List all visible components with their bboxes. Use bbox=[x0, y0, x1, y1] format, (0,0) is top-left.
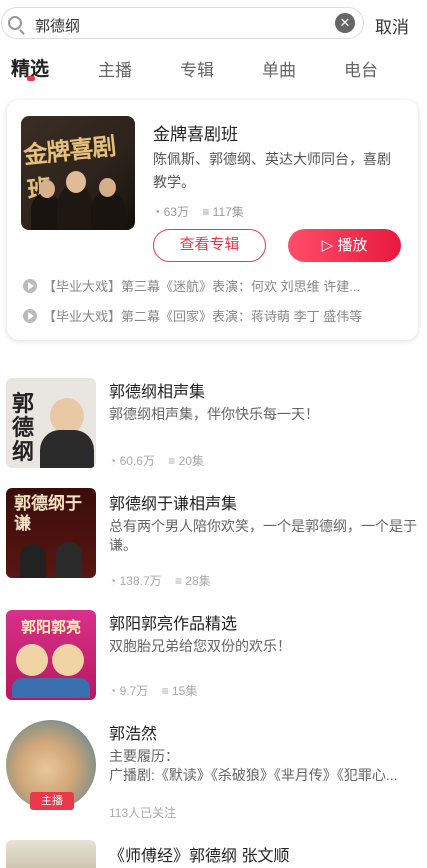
album-plays: 63万 bbox=[163, 205, 189, 219]
album-title[interactable]: 金牌喜剧班 bbox=[153, 120, 238, 145]
result-title: 郭德纲于谦相声集 bbox=[109, 496, 238, 513]
track-title: 【毕业大戏】第三幕《迷航》表演：何欢 刘思维 许建... bbox=[43, 279, 361, 294]
play-count-icon: ◔ bbox=[109, 454, 117, 468]
result-plays: 60.6万 bbox=[119, 454, 155, 468]
play-count-icon: ◔ bbox=[109, 684, 117, 698]
tab-anchors[interactable]: 主播 bbox=[98, 56, 132, 81]
result-description: 郭德纲相声集，伴你快乐每一天！ bbox=[109, 406, 319, 422]
episodes-icon: ≡ bbox=[174, 574, 182, 588]
play-count-icon: ◔ bbox=[153, 205, 161, 219]
result-title: 《师傅经》郭德纲 张文顺 bbox=[109, 848, 290, 865]
list-item[interactable]: 郭德纲于谦 郭德纲于谦相声集 总有两个男人陪你欢笑，一个是郭德纲，一个是于谦。 … bbox=[0, 488, 427, 588]
result-stats: ◔ 9.7万 ≡ 15集 bbox=[109, 682, 197, 699]
track-item[interactable]: 【毕业大戏】第三幕《迷航》表演：何欢 刘思维 许建... bbox=[23, 276, 403, 295]
list-item[interactable]: 《师傅经》郭德纲 张文顺 bbox=[0, 838, 427, 868]
play-circle-icon bbox=[23, 279, 37, 293]
play-circle-icon bbox=[23, 309, 37, 323]
result-title: 郭阳郭亮作品精选 bbox=[109, 616, 238, 633]
album-thumbnail bbox=[6, 840, 96, 868]
tab-albums[interactable]: 专辑 bbox=[180, 56, 214, 81]
clear-icon[interactable]: ✕ bbox=[335, 13, 355, 33]
result-plays: 9.7万 bbox=[119, 684, 149, 698]
result-description: 总有两个男人陪你欢笑，一个是郭德纲，一个是于谦。 bbox=[109, 518, 417, 553]
thumbnail-text: 郭阳郭亮 bbox=[20, 619, 81, 636]
follower-count: 113人已关注 bbox=[109, 806, 177, 820]
tab-radio[interactable]: 电台 bbox=[344, 56, 378, 81]
play-button[interactable]: ▷ 播放 bbox=[288, 229, 401, 262]
tab-indicator bbox=[27, 76, 35, 81]
search-icon bbox=[8, 16, 22, 30]
thumbnail-text: 郭德纲 bbox=[12, 391, 35, 465]
album-cover[interactable]: 金牌喜剧班 bbox=[21, 116, 135, 230]
result-episodes: 28集 bbox=[185, 574, 211, 588]
album-thumbnail: 郭德纲于谦 bbox=[6, 488, 96, 578]
result-description-line2: 广播剧:《默读》《杀破狼》《芈月传》《犯罪心... bbox=[109, 767, 398, 783]
anchor-badge: 主播 bbox=[30, 792, 74, 810]
result-tabs: 精选 主播 专辑 单曲 电台 bbox=[0, 52, 427, 88]
episodes-icon: ≡ bbox=[168, 454, 176, 468]
album-description: 陈佩斯、郭德纲、英达大师同台，喜剧教学。 bbox=[153, 151, 391, 190]
search-input[interactable]: 郭德纲 ✕ bbox=[1, 7, 364, 39]
album-thumbnail: 郭阳郭亮 bbox=[6, 610, 96, 700]
result-title: 郭德纲相声集 bbox=[109, 384, 206, 401]
result-plays: 138.7万 bbox=[119, 574, 162, 588]
cancel-button[interactable]: 取消 bbox=[375, 13, 409, 38]
album-episodes: 117集 bbox=[212, 205, 244, 219]
result-stats: ◔ 60.6万 ≡ 20集 bbox=[109, 452, 204, 469]
anchor-item[interactable]: 主播 郭浩然 主要履历： 广播剧:《默读》《杀破狼》《芈月传》《犯罪心... 1… bbox=[0, 718, 427, 820]
result-episodes: 15集 bbox=[171, 684, 198, 698]
view-album-button[interactable]: 查看专辑 bbox=[153, 229, 266, 262]
list-item[interactable]: 郭阳郭亮 郭阳郭亮作品精选 双胞胎兄弟给您双份的欢乐！ ◔ 9.7万 ≡ 15集 bbox=[0, 608, 427, 708]
search-query: 郭德纲 bbox=[35, 18, 81, 35]
track-item[interactable]: 【毕业大戏】第二幕《回家》表演：蒋诗萌 李丁 盛伟等 bbox=[23, 306, 403, 325]
result-episodes: 20集 bbox=[178, 454, 205, 468]
result-description: 主要履历： bbox=[109, 748, 179, 764]
tab-tracks[interactable]: 单曲 bbox=[262, 56, 296, 81]
episodes-icon: ≡ bbox=[202, 205, 210, 219]
result-description: 双胞胎兄弟给您双份的欢乐！ bbox=[109, 638, 291, 654]
play-icon: ▷ bbox=[321, 237, 334, 254]
album-thumbnail: 郭德纲 bbox=[6, 378, 96, 468]
result-stats: ◔ 138.7万 ≡ 28集 bbox=[109, 572, 211, 589]
play-button-label: 播放 bbox=[337, 237, 368, 254]
list-item[interactable]: 郭德纲 郭德纲相声集 郭德纲相声集，伴你快乐每一天！ ◔ 60.6万 ≡ 20集 bbox=[0, 376, 427, 476]
episodes-icon: ≡ bbox=[161, 684, 169, 698]
result-title: 郭浩然 bbox=[109, 726, 158, 743]
search-bar: 郭德纲 ✕ 取消 bbox=[0, 0, 427, 46]
album-card[interactable]: 金牌喜剧班 金牌喜剧班 陈佩斯、郭德纲、英达大师同台，喜剧教学。 ◔ 63万 ≡… bbox=[7, 100, 418, 340]
album-stats: ◔ 63万 ≡ 117集 bbox=[153, 203, 244, 220]
thumbnail-text: 郭德纲于谦 bbox=[14, 494, 82, 534]
play-count-icon: ◔ bbox=[109, 574, 117, 588]
track-title: 【毕业大戏】第二幕《回家》表演：蒋诗萌 李丁 盛伟等 bbox=[43, 309, 363, 324]
